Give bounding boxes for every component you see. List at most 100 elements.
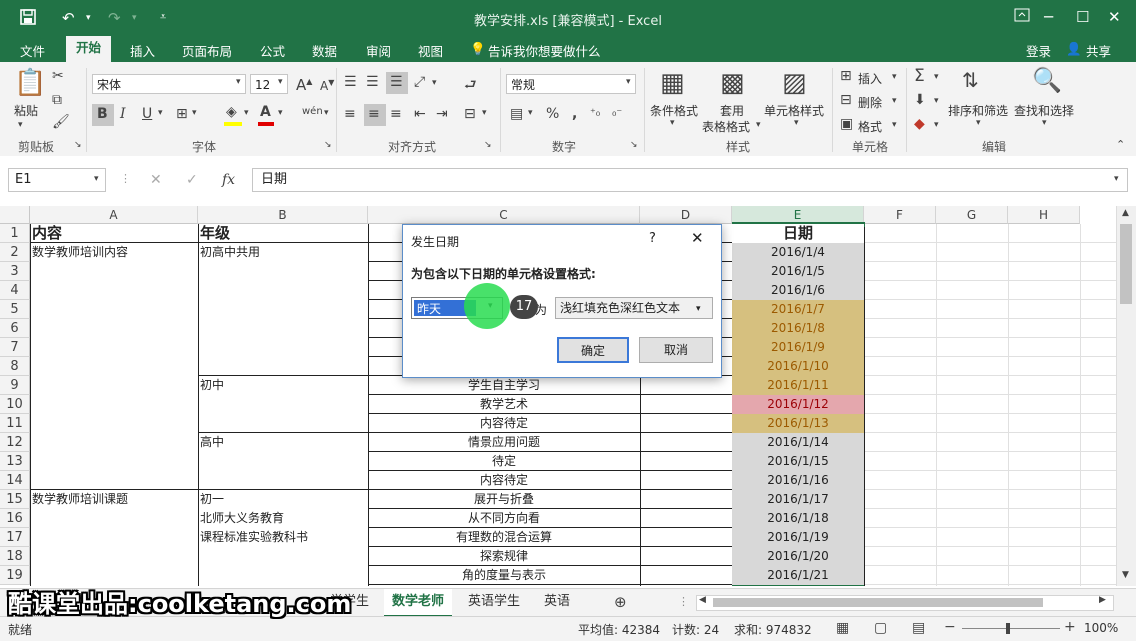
- find-select-dropdown-icon[interactable]: ▾: [1042, 118, 1047, 128]
- autosum-icon[interactable]: Σ: [914, 66, 925, 86]
- sheet-tab-english[interactable]: 英语: [536, 589, 578, 615]
- maximize-icon[interactable]: ☐: [1076, 8, 1089, 26]
- cell-c11[interactable]: 内容待定: [370, 414, 638, 433]
- normal-view-icon[interactable]: ▦: [836, 620, 849, 636]
- scroll-left-icon[interactable]: ◀: [699, 595, 706, 605]
- date-cell[interactable]: 2016/1/21: [734, 566, 862, 585]
- fill-icon[interactable]: ⬇: [914, 92, 926, 108]
- row-header-2[interactable]: 2: [0, 243, 30, 262]
- format-cells-dropdown-icon[interactable]: ▾: [892, 120, 897, 130]
- name-box-dropdown-icon[interactable]: ▾: [94, 174, 99, 184]
- date-cell[interactable]: 2016/1/20: [734, 547, 862, 566]
- cell-c9[interactable]: 学生自主学习: [370, 376, 638, 395]
- font-name-dropdown-icon[interactable]: ▾: [236, 77, 241, 87]
- horizontal-scroll-thumb[interactable]: [713, 598, 1043, 607]
- align-middle-icon[interactable]: ☰: [366, 74, 379, 90]
- phonetic-icon[interactable]: wén: [302, 106, 323, 117]
- autosum-dropdown-icon[interactable]: ▾: [934, 72, 939, 82]
- date-cell[interactable]: 2016/1/9: [734, 338, 862, 357]
- decrease-indent-icon[interactable]: ⇤: [414, 106, 426, 122]
- table-format-dropdown-icon[interactable]: ▾: [756, 120, 761, 130]
- row-header-5[interactable]: 5: [0, 300, 30, 319]
- insert-cells-icon[interactable]: ⊞: [840, 68, 852, 84]
- zoom-slider-track[interactable]: [962, 628, 1060, 629]
- cell-b16[interactable]: 北师大义务教育: [200, 509, 366, 528]
- zoom-out-icon[interactable]: −: [944, 619, 956, 635]
- row-header-6[interactable]: 6: [0, 319, 30, 338]
- row-header-13[interactable]: 13: [0, 452, 30, 471]
- column-header-f[interactable]: F: [864, 206, 936, 224]
- row-header-12[interactable]: 12: [0, 433, 30, 452]
- date-cell[interactable]: 2016/1/15: [734, 452, 862, 471]
- row-header-10[interactable]: 10: [0, 395, 30, 414]
- format-cells-button[interactable]: 格式: [858, 118, 882, 135]
- cell-e1[interactable]: 日期: [734, 224, 862, 243]
- tab-home[interactable]: 开始: [66, 36, 112, 62]
- find-select-button[interactable]: 查找和选择: [1014, 102, 1074, 119]
- align-right-icon[interactable]: ≡: [390, 106, 402, 122]
- comma-icon[interactable]: ,: [572, 106, 577, 122]
- find-select-icon[interactable]: 🔍: [1032, 66, 1062, 94]
- border-dropdown-icon[interactable]: ▾: [192, 108, 197, 118]
- cell-a1[interactable]: 内容: [32, 224, 196, 243]
- tab-formulas[interactable]: 公式: [260, 41, 285, 60]
- column-header-c[interactable]: C: [368, 206, 640, 224]
- tab-view[interactable]: 视图: [418, 41, 443, 60]
- clear-icon[interactable]: ◆: [914, 116, 925, 132]
- date-cell[interactable]: 2016/1/4: [734, 243, 862, 262]
- font-color-icon[interactable]: A: [260, 104, 271, 120]
- zoom-level[interactable]: 100%: [1084, 621, 1118, 635]
- increase-font-icon[interactable]: A▲: [296, 76, 312, 94]
- column-header-d[interactable]: D: [640, 206, 732, 224]
- tab-page-layout[interactable]: 页面布局: [182, 41, 232, 60]
- percent-icon[interactable]: %: [546, 106, 559, 122]
- wrap-text-icon[interactable]: ⮐: [464, 74, 477, 98]
- align-top-icon[interactable]: ☰: [344, 74, 357, 90]
- decrease-decimal-icon[interactable]: ₀⁻: [612, 106, 622, 119]
- row-header-16[interactable]: 16: [0, 509, 30, 528]
- date-cell[interactable]: 2016/1/5: [734, 262, 862, 281]
- phonetic-dropdown-icon[interactable]: ▾: [324, 108, 329, 118]
- zoom-in-icon[interactable]: +: [1064, 619, 1076, 635]
- number-format-select[interactable]: 常规: [506, 74, 636, 94]
- tab-review[interactable]: 审阅: [366, 41, 391, 60]
- date-cell[interactable]: 2016/1/13: [734, 414, 862, 433]
- delete-cells-button[interactable]: 删除: [858, 94, 882, 111]
- bold-icon[interactable]: B: [97, 106, 108, 122]
- row-header-1[interactable]: 1: [0, 224, 30, 243]
- cell-c10[interactable]: 教学艺术: [370, 395, 638, 414]
- decrease-font-icon[interactable]: A▼: [320, 78, 334, 93]
- sort-filter-dropdown-icon[interactable]: ▾: [976, 118, 981, 128]
- ok-button[interactable]: 确定: [557, 337, 629, 363]
- conditional-format-icon[interactable]: ▦: [660, 68, 685, 98]
- font-launcher-icon[interactable]: ↘: [324, 140, 332, 150]
- share-button[interactable]: 共享: [1086, 41, 1111, 60]
- ribbon-display-icon[interactable]: [1014, 8, 1030, 26]
- sheet-tab-math-teacher[interactable]: 数学老师: [384, 589, 453, 617]
- login-link[interactable]: 登录: [1026, 41, 1051, 60]
- row-header-17[interactable]: 17: [0, 528, 30, 547]
- fill-color-icon[interactable]: ◈: [226, 104, 237, 120]
- collapse-ribbon-icon[interactable]: ⌃: [1116, 138, 1125, 151]
- column-header-e[interactable]: E: [732, 206, 864, 224]
- cell-style-icon[interactable]: ▨: [782, 68, 807, 98]
- cell-b12[interactable]: 高中: [200, 433, 366, 452]
- row-header-15[interactable]: 15: [0, 490, 30, 509]
- date-cell[interactable]: 2016/1/7: [734, 300, 862, 319]
- insert-cells-button[interactable]: 插入: [858, 70, 882, 87]
- format-painter-icon[interactable]: 🖌: [52, 114, 70, 130]
- delete-cells-icon[interactable]: ⊟: [840, 92, 852, 108]
- row-header-11[interactable]: 11: [0, 414, 30, 433]
- cut-icon[interactable]: ✂: [52, 68, 64, 84]
- tell-me-box[interactable]: 告诉我你想要做什么: [488, 41, 601, 60]
- clipboard-launcher-icon[interactable]: ↘: [74, 140, 82, 150]
- tab-insert[interactable]: 插入: [130, 41, 155, 60]
- cell-b17[interactable]: 课程标准实验教科书: [200, 528, 366, 547]
- fill-color-dropdown-icon[interactable]: ▾: [244, 108, 249, 118]
- number-format-dropdown-icon[interactable]: ▾: [626, 77, 631, 87]
- orientation-icon[interactable]: ⤢: [414, 74, 425, 90]
- orientation-dropdown-icon[interactable]: ▾: [432, 78, 437, 88]
- row-header-18[interactable]: 18: [0, 547, 30, 566]
- cell-c19[interactable]: 角的度量与表示: [370, 566, 638, 585]
- scroll-right-icon[interactable]: ▶: [1099, 595, 1106, 605]
